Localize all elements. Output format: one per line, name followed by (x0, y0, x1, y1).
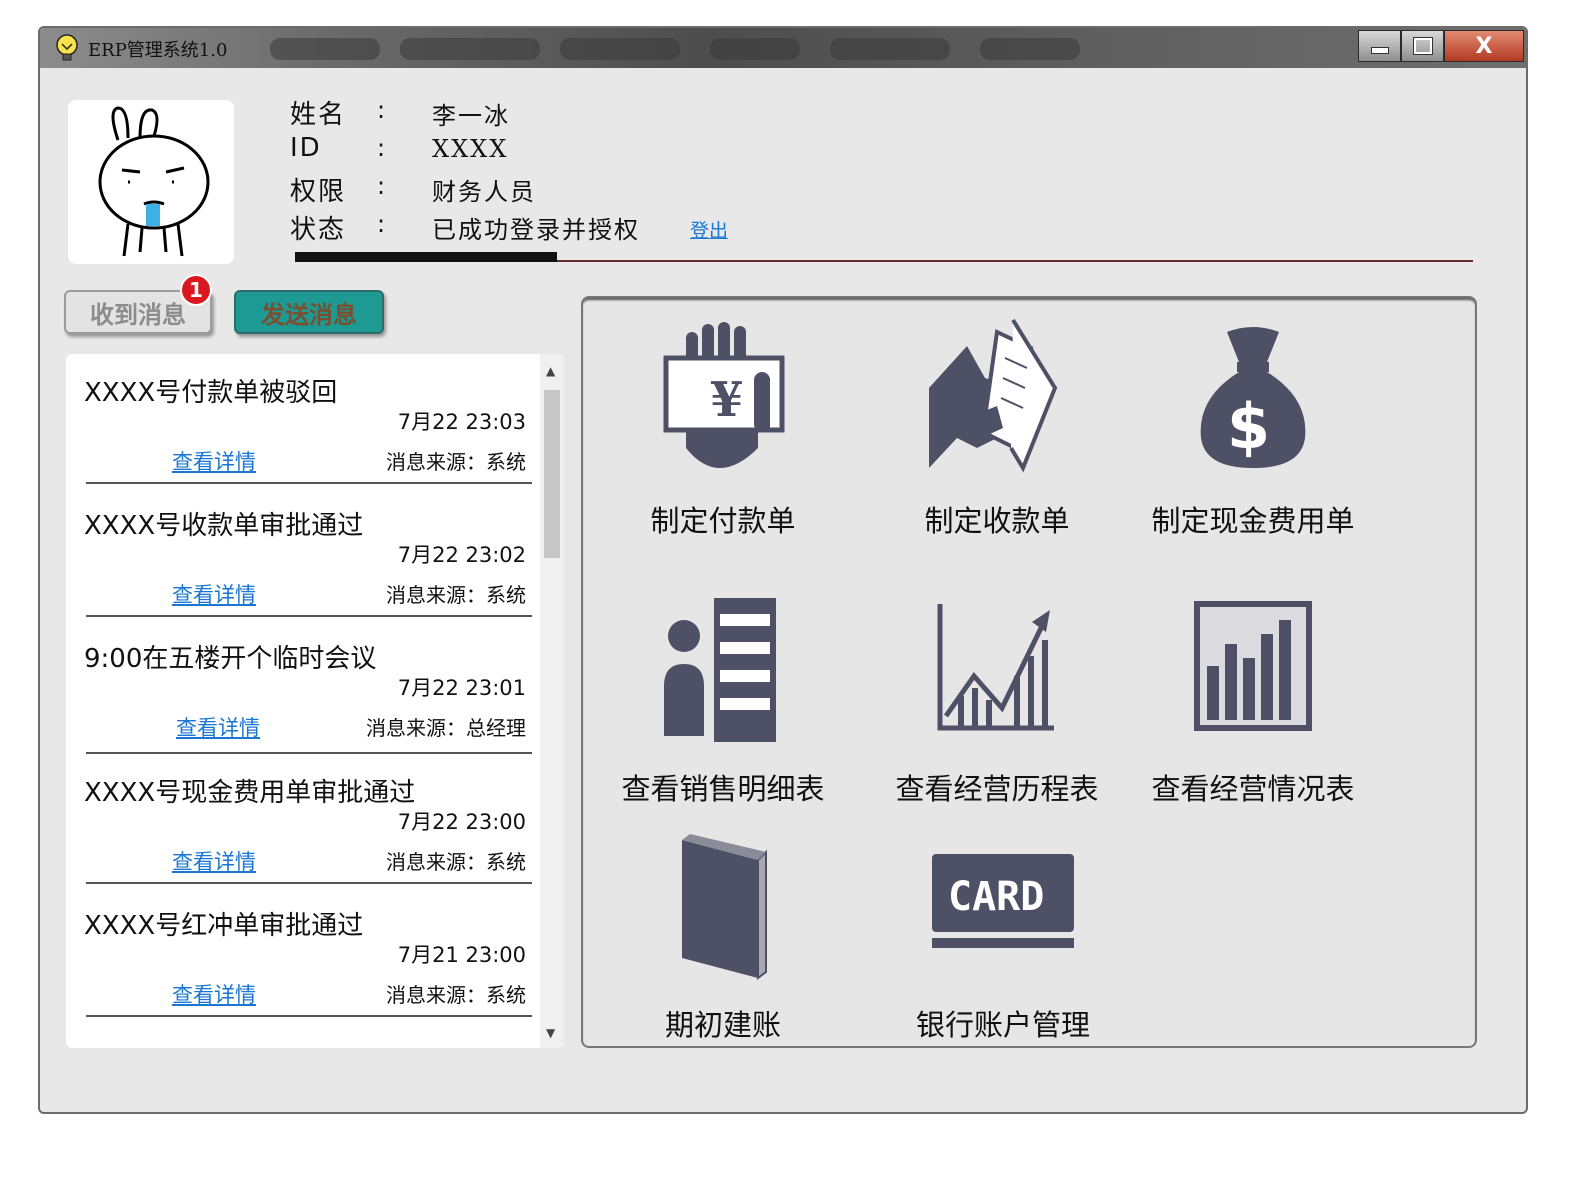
message-item[interactable]: XXXX号收款单审批通过 7月22 23:02 查看详情 消息来源：系统 (66, 487, 536, 617)
money-bag-icon: $ (1200, 327, 1306, 468)
avatar (68, 100, 234, 264)
message-item[interactable]: 9:00在五楼开个临时会议 7月22 23:01 查看详情 消息来源：总经理 (66, 620, 536, 756)
window-title: ERP管理系统1.0 (88, 40, 228, 61)
message-time: 7月22 23:03 (397, 410, 526, 434)
logout-link[interactable]: 登出 (690, 216, 728, 243)
function-opening-accounts[interactable]: 期初建账 (593, 832, 853, 1072)
title-bar-blur (400, 38, 540, 60)
card-text: CARD (948, 874, 1044, 920)
status-label: 状态 (290, 215, 347, 245)
minimize-icon (1370, 46, 1389, 54)
main-window: ERP管理系统1.0 X 姓名 : 李一冰 ID : XXXX 权限 : 财务人… (38, 26, 1528, 1114)
lightbulb-icon (54, 34, 80, 62)
function-label: 制定付款单 (650, 504, 796, 538)
title-bar-blur (980, 38, 1080, 60)
function-view-business-status[interactable]: 查看经营情况表 (1123, 596, 1383, 836)
close-icon: X (1475, 33, 1493, 59)
scroll-thumb[interactable] (544, 390, 560, 558)
svg-text:$: $ (1227, 390, 1270, 463)
view-details-link[interactable]: 查看详情 (172, 446, 256, 476)
unread-badge: 1 (180, 274, 212, 306)
send-message-button[interactable]: 发送消息 (234, 290, 384, 334)
message-time: 7月22 23:00 (397, 810, 526, 834)
message-title: XXXX号收款单审批通过 (84, 511, 364, 541)
role-colon: : (377, 172, 386, 200)
title-bar-blur (830, 38, 950, 60)
scrollbar[interactable]: ▲ ▼ (540, 354, 564, 1048)
message-time: 7月22 23:01 (397, 676, 526, 700)
divider-accent (295, 252, 557, 262)
message-item[interactable]: XXXX号红冲单审批通过 7月21 23:00 查看详情 消息来源：系统 (66, 887, 536, 1017)
function-label: 查看销售明细表 (621, 772, 825, 806)
message-item[interactable]: XXXX号付款单被驳回 7月22 23:03 查看详情 消息来源：系统 (66, 354, 536, 484)
message-divider (86, 1015, 532, 1017)
maximize-button[interactable] (1401, 30, 1444, 62)
message-source: 消息来源：系统 (386, 450, 526, 474)
function-make-receipt[interactable]: 制定收款单 (867, 318, 1127, 558)
view-details-link[interactable]: 查看详情 (172, 846, 256, 876)
message-time: 7月22 23:02 (397, 543, 526, 567)
message-item[interactable]: XXXX号现金费用单审批通过 7月22 23:00 查看详情 消息来源：系统 (66, 754, 536, 884)
message-source: 消息来源：总经理 (366, 716, 526, 740)
window-controls: X (1358, 30, 1524, 64)
id-value: XXXX (432, 135, 509, 163)
function-label: 查看经营情况表 (1151, 772, 1355, 806)
view-details-link[interactable]: 查看详情 (172, 579, 256, 609)
role-label: 权限 (290, 177, 347, 207)
function-bank-accounts[interactable]: CARD 银行账户管理 (873, 832, 1133, 1072)
message-title: XXXX号红冲单审批通过 (84, 911, 364, 941)
message-divider (86, 882, 532, 884)
id-label: ID (290, 133, 322, 163)
message-title: 9:00在五楼开个临时会议 (84, 644, 377, 674)
function-make-payment[interactable]: ¥ 制定付款单 (593, 318, 853, 558)
message-source: 消息来源：系统 (386, 983, 526, 1007)
function-view-business-history[interactable]: 查看经营历程表 (867, 596, 1127, 836)
title-bar-blur (270, 38, 380, 60)
message-list[interactable]: XXXX号付款单被驳回 7月22 23:03 查看详情 消息来源：系统 XXXX… (66, 354, 564, 1048)
role-value: 财务人员 (432, 178, 536, 206)
message-title: XXXX号付款单被驳回 (84, 378, 338, 408)
function-label: 制定现金费用单 (1151, 504, 1355, 538)
hand-money-icon: ¥ (663, 322, 785, 468)
bar-chart-icon (1194, 601, 1312, 731)
function-label: 银行账户管理 (915, 1008, 1090, 1042)
svg-text:¥: ¥ (710, 372, 743, 428)
maximize-icon (1413, 38, 1432, 54)
card-icon: CARD (932, 854, 1074, 948)
status-colon: : (377, 210, 386, 238)
message-source: 消息来源：系统 (386, 850, 526, 874)
close-button[interactable]: X (1444, 30, 1524, 62)
scroll-up-arrow-icon[interactable]: ▲ (546, 364, 555, 378)
function-label: 期初建账 (664, 1008, 781, 1042)
view-details-link[interactable]: 查看详情 (172, 979, 256, 1009)
message-source: 消息来源：系统 (386, 583, 526, 607)
view-details-link[interactable]: 查看详情 (176, 712, 260, 742)
trend-chart-icon (937, 604, 1054, 731)
name-value: 李一冰 (432, 102, 510, 130)
minimize-button[interactable] (1358, 30, 1401, 62)
function-view-sales-detail[interactable]: 查看销售明细表 (593, 596, 853, 836)
name-label: 姓名 (290, 100, 347, 130)
scroll-down-arrow-icon[interactable]: ▼ (546, 1026, 555, 1040)
function-panel: ¥ 制定付款单 制定收款单 $ 制定现金费用单 查看销售明细表 查看经营历程表 … (581, 296, 1477, 1048)
title-bar-blur (710, 38, 800, 60)
message-divider (86, 482, 532, 484)
title-bar[interactable]: ERP管理系统1.0 X (40, 28, 1526, 68)
message-title: XXXX号现金费用单审批通过 (84, 778, 416, 808)
function-label: 查看经营历程表 (895, 772, 1099, 806)
name-colon: : (377, 96, 386, 124)
title-bar-blur (560, 38, 680, 60)
message-time: 7月21 23:00 (397, 943, 526, 967)
function-label: 制定收款单 (924, 504, 1070, 538)
hand-receipt-icon (929, 318, 1058, 473)
id-colon: : (377, 134, 386, 162)
function-make-cash-expense[interactable]: $ 制定现金费用单 (1123, 318, 1383, 558)
person-list-icon (664, 598, 776, 742)
status-value: 已成功登录并授权 (432, 216, 640, 244)
message-divider (86, 615, 532, 617)
book-icon (682, 834, 767, 980)
